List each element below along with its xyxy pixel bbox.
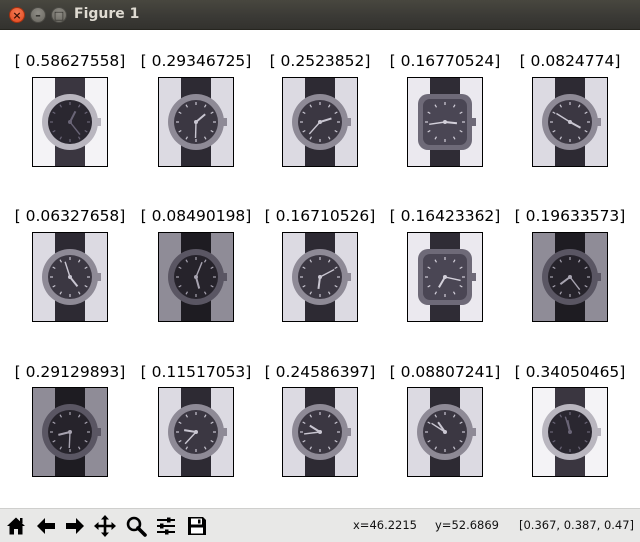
configure-subplots-button[interactable]	[153, 513, 179, 539]
subplot-title: [ 0.29346725]	[140, 52, 252, 70]
minimize-button[interactable]: –	[30, 7, 46, 23]
minimize-icon: –	[35, 8, 41, 22]
subplot: [ 0.24586397]	[258, 363, 382, 381]
configure-subplots-icon	[157, 517, 175, 535]
subplot: [ 0.2523852]	[258, 52, 382, 70]
subplot-title: [ 0.24586397]	[264, 363, 376, 381]
subplot: [ 0.11517053]	[134, 363, 258, 381]
watch-image	[282, 77, 358, 167]
subplot: [ 0.58627558]	[8, 52, 132, 70]
subplot-title: [ 0.11517053]	[140, 363, 252, 381]
figure-canvas[interactable]: [ 0.58627558] [ 0.29346725] [ 0.2523852] [ …	[0, 30, 640, 508]
watch-image	[32, 77, 108, 167]
subplot-title: [ 0.2523852]	[269, 52, 371, 70]
watch-image	[282, 387, 358, 477]
subplot-title: [ 0.16770524]	[389, 52, 501, 70]
subplot-title: [ 0.06327658]	[14, 207, 126, 225]
home-icon	[7, 517, 25, 535]
zoom-icon	[126, 516, 147, 537]
forward-icon	[66, 518, 84, 534]
save-icon	[188, 517, 206, 535]
subplot-title: [ 0.19633573]	[514, 207, 626, 225]
subplot-title: [ 0.0824774]	[519, 52, 621, 70]
subplot-title: [ 0.29129893]	[14, 363, 126, 381]
watch-image	[532, 387, 608, 477]
figure-window: × – □ Figure 1 [ 0.58627558] [ 0.29346725…	[0, 0, 640, 542]
subplot: [ 0.16423362]	[383, 207, 507, 225]
subplot-title: [ 0.16710526]	[264, 207, 376, 225]
subplot: [ 0.0824774]	[508, 52, 632, 70]
home-button[interactable]	[3, 513, 29, 539]
watch-image	[32, 232, 108, 322]
subplot: [ 0.29346725]	[134, 52, 258, 70]
subplot-title: [ 0.08807241]	[389, 363, 501, 381]
close-icon: ×	[12, 8, 22, 22]
subplot: [ 0.08490198]	[134, 207, 258, 225]
watch-image	[407, 387, 483, 477]
title-bar[interactable]: × – □ Figure 1	[0, 0, 640, 30]
watch-image	[407, 232, 483, 322]
subplot-title: [ 0.16423362]	[389, 207, 501, 225]
pan-icon	[94, 515, 116, 537]
pixel-value-readout: [0.367, 0.387, 0.47]	[519, 518, 635, 532]
maximize-icon: □	[53, 8, 65, 22]
subplot-title: [ 0.08490198]	[140, 207, 252, 225]
watch-image	[158, 77, 234, 167]
window-title: Figure 1	[74, 6, 140, 22]
watch-image	[158, 387, 234, 477]
navigation-toolbar: x=46.2215 y=52.6869 [0.367, 0.387, 0.47]	[0, 508, 640, 542]
zoom-button[interactable]	[123, 513, 149, 539]
watch-image	[532, 232, 608, 322]
watch-image	[32, 387, 108, 477]
subplot: [ 0.34050465]	[508, 363, 632, 381]
watch-image	[282, 232, 358, 322]
subplot: [ 0.06327658]	[8, 207, 132, 225]
cursor-y-readout: y=52.6869	[435, 518, 499, 532]
watch-image	[407, 77, 483, 167]
subplot-title: [ 0.58627558]	[14, 52, 126, 70]
maximize-button[interactable]: □	[51, 7, 67, 23]
pan-button[interactable]	[92, 513, 118, 539]
subplot: [ 0.16710526]	[258, 207, 382, 225]
close-button[interactable]: ×	[9, 7, 25, 23]
back-button[interactable]	[33, 513, 59, 539]
subplot-title: [ 0.34050465]	[514, 363, 626, 381]
subplot: [ 0.08807241]	[383, 363, 507, 381]
watch-image	[532, 77, 608, 167]
back-icon	[37, 518, 55, 534]
subplot: [ 0.19633573]	[508, 207, 632, 225]
subplot: [ 0.29129893]	[8, 363, 132, 381]
forward-button[interactable]	[62, 513, 88, 539]
save-button[interactable]	[184, 513, 210, 539]
subplot: [ 0.16770524]	[383, 52, 507, 70]
cursor-x-readout: x=46.2215	[353, 518, 417, 532]
watch-image	[158, 232, 234, 322]
